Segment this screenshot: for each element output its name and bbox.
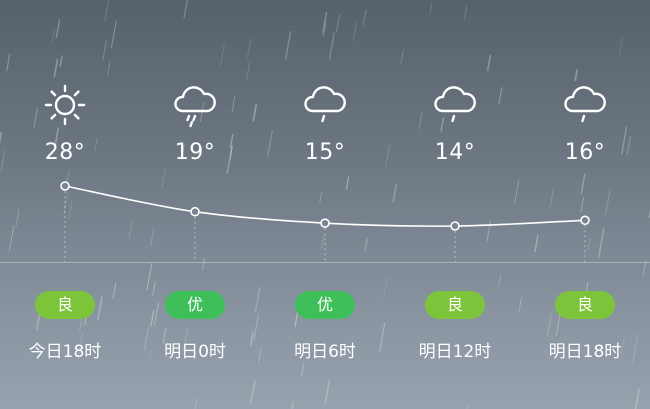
sunny-icon bbox=[40, 80, 90, 130]
time-label: 明日12时 bbox=[418, 342, 492, 362]
temperature-label: 16° bbox=[564, 140, 606, 165]
forecast-column-2: 15° 优 明日6时 bbox=[260, 0, 390, 409]
rain-cloud-icon bbox=[170, 80, 220, 130]
time-label: 明日0时 bbox=[164, 342, 226, 362]
forecast-column-4: 16° 良 明日18时 bbox=[520, 0, 650, 409]
temperature-label: 19° bbox=[174, 140, 216, 165]
time-label: 明日18时 bbox=[548, 342, 622, 362]
aqi-badge: 优 bbox=[165, 291, 225, 319]
time-label: 明日6时 bbox=[294, 342, 356, 362]
light-rain-cloud-icon bbox=[430, 80, 480, 130]
temperature-label: 28° bbox=[44, 140, 86, 165]
time-label: 今日18时 bbox=[28, 342, 102, 362]
aqi-badge: 良 bbox=[425, 291, 485, 319]
aqi-badge: 良 bbox=[555, 291, 615, 319]
forecast-column-0: 28° 良 今日18时 bbox=[0, 0, 130, 409]
light-rain-cloud-icon bbox=[300, 80, 350, 130]
forecast-column-1: 19° 优 明日0时 bbox=[130, 0, 260, 409]
temperature-label: 15° bbox=[304, 140, 346, 165]
light-rain-cloud-icon bbox=[560, 80, 610, 130]
forecast-column-3: 14° 良 明日12时 bbox=[390, 0, 520, 409]
aqi-badge: 优 bbox=[295, 291, 355, 319]
aqi-badge: 良 bbox=[35, 291, 95, 319]
temperature-label: 14° bbox=[434, 140, 476, 165]
